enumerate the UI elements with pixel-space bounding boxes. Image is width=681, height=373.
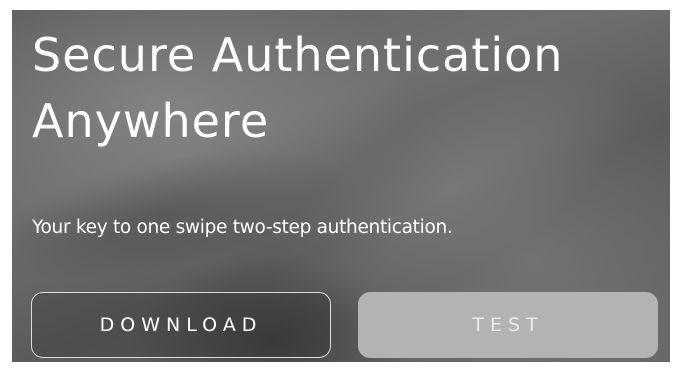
download-button[interactable]: DOWNLOAD bbox=[31, 292, 331, 358]
hero-subtitle: Your key to one swipe two-step authentic… bbox=[32, 217, 453, 238]
download-button-label: DOWNLOAD bbox=[99, 314, 263, 336]
hero-title: Secure Authentication Anywhere bbox=[32, 28, 564, 148]
hero-banner: Secure Authentication Anywhere Your key … bbox=[12, 10, 670, 362]
test-button-label: TEST bbox=[472, 314, 544, 336]
test-button[interactable]: TEST bbox=[358, 292, 658, 358]
